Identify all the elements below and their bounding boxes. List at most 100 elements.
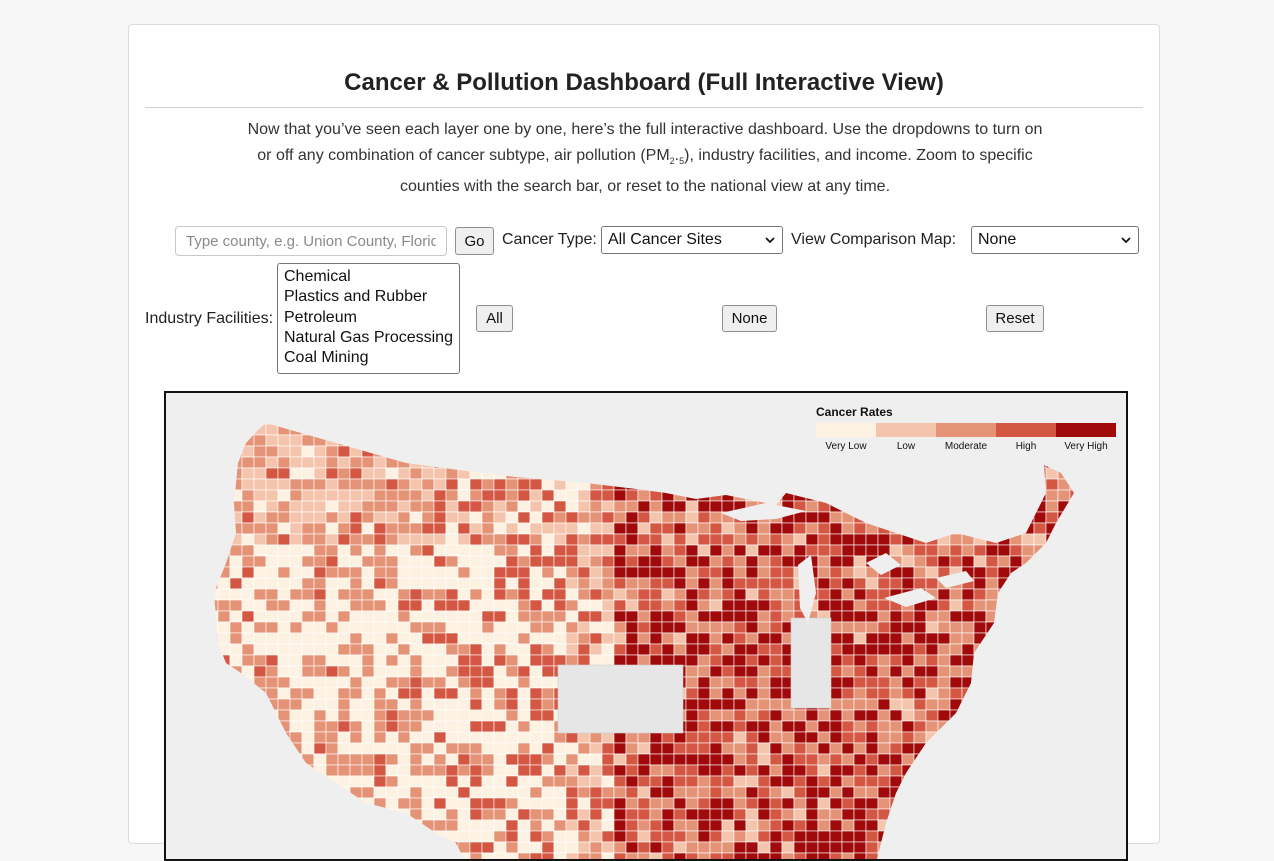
county-cell[interactable] [517, 489, 531, 502]
county-cell[interactable] [289, 522, 303, 535]
county-cell[interactable] [697, 687, 711, 700]
county-cell[interactable] [745, 566, 759, 579]
county-cell[interactable] [433, 731, 447, 744]
county-cell[interactable] [493, 775, 507, 788]
county-cell[interactable] [457, 764, 471, 777]
county-cell[interactable] [913, 687, 927, 700]
county-cell[interactable] [481, 544, 495, 557]
county-cell[interactable] [721, 566, 735, 579]
county-cell[interactable] [637, 533, 651, 546]
county-cell[interactable] [325, 742, 339, 755]
county-cell[interactable] [709, 665, 723, 678]
county-cell[interactable] [673, 577, 687, 590]
county-cell[interactable] [829, 588, 843, 601]
county-cell[interactable] [505, 544, 519, 557]
county-cell[interactable] [673, 654, 687, 667]
county-cell[interactable] [769, 687, 783, 700]
county-cell[interactable] [745, 599, 759, 612]
county-cell[interactable] [337, 676, 351, 689]
county-cell[interactable] [877, 643, 891, 656]
county-cell[interactable] [757, 687, 771, 700]
county-cell[interactable] [925, 676, 939, 689]
county-cell[interactable] [433, 676, 447, 689]
county-cell[interactable] [997, 566, 1011, 579]
county-cell[interactable] [625, 753, 639, 766]
county-cell[interactable] [901, 687, 915, 700]
county-cell[interactable] [445, 533, 459, 546]
county-cell[interactable] [409, 698, 423, 711]
county-cell[interactable] [913, 566, 927, 579]
county-cell[interactable] [841, 632, 855, 645]
county-cell[interactable] [673, 588, 687, 601]
county-cell[interactable] [613, 797, 627, 810]
county-cell[interactable] [337, 742, 351, 755]
county-cell[interactable] [721, 841, 735, 854]
county-cell[interactable] [841, 577, 855, 590]
county-cell[interactable] [553, 511, 567, 524]
county-cell[interactable] [349, 643, 363, 656]
county-cell[interactable] [493, 665, 507, 678]
county-cell[interactable] [313, 610, 327, 623]
county-cell[interactable] [553, 599, 567, 612]
county-cell[interactable] [841, 643, 855, 656]
county-cell[interactable] [373, 720, 387, 733]
county-cell[interactable] [625, 500, 639, 513]
county-cell[interactable] [769, 709, 783, 722]
county-cell[interactable] [889, 698, 903, 711]
county-cell[interactable] [589, 808, 603, 821]
county-cell[interactable] [589, 489, 603, 502]
county-cell[interactable] [973, 610, 987, 623]
county-cell[interactable] [505, 709, 519, 722]
county-cell[interactable] [349, 775, 363, 788]
county-cell[interactable] [397, 511, 411, 524]
county-cell[interactable] [769, 731, 783, 744]
county-cell[interactable] [733, 742, 747, 755]
county-cell[interactable] [661, 731, 675, 744]
county-cell[interactable] [937, 643, 951, 656]
county-cell[interactable] [661, 610, 675, 623]
county-cell[interactable] [829, 533, 843, 546]
county-cell[interactable] [709, 808, 723, 821]
county-cell[interactable] [673, 775, 687, 788]
county-cell[interactable] [709, 632, 723, 645]
county-cell[interactable] [577, 621, 591, 634]
county-cell[interactable] [865, 533, 879, 546]
county-cell[interactable] [313, 665, 327, 678]
county-cell[interactable] [673, 544, 687, 557]
county-cell[interactable] [409, 489, 423, 502]
county-cell[interactable] [601, 555, 615, 568]
county-cell[interactable] [409, 610, 423, 623]
county-cell[interactable] [625, 621, 639, 634]
county-cell[interactable] [553, 566, 567, 579]
county-cell[interactable] [289, 577, 303, 590]
county-cell[interactable] [361, 665, 375, 678]
county-cell[interactable] [625, 742, 639, 755]
county-cell[interactable] [769, 566, 783, 579]
county-cell[interactable] [829, 731, 843, 744]
county-cell[interactable] [817, 819, 831, 832]
county-cell[interactable] [685, 665, 699, 678]
county-cell[interactable] [325, 489, 339, 502]
county-cell[interactable] [841, 720, 855, 733]
county-cell[interactable] [601, 841, 615, 854]
county-cell[interactable] [337, 731, 351, 744]
county-cell[interactable] [817, 544, 831, 557]
county-cell[interactable] [889, 632, 903, 645]
county-cell[interactable] [457, 632, 471, 645]
county-cell[interactable] [649, 841, 663, 854]
county-cell[interactable] [769, 830, 783, 843]
county-cell[interactable] [445, 555, 459, 568]
county-cell[interactable] [253, 511, 267, 524]
county-cell[interactable] [889, 753, 903, 766]
county-cell[interactable] [373, 643, 387, 656]
county-cell[interactable] [865, 786, 879, 799]
county-cell[interactable] [493, 533, 507, 546]
county-cell[interactable] [553, 489, 567, 502]
county-cell[interactable] [841, 533, 855, 546]
county-cell[interactable] [493, 511, 507, 524]
county-cell[interactable] [721, 852, 735, 859]
county-cell[interactable] [553, 764, 567, 777]
county-cell[interactable] [829, 555, 843, 568]
county-cell[interactable] [397, 687, 411, 700]
county-cell[interactable] [481, 830, 495, 843]
